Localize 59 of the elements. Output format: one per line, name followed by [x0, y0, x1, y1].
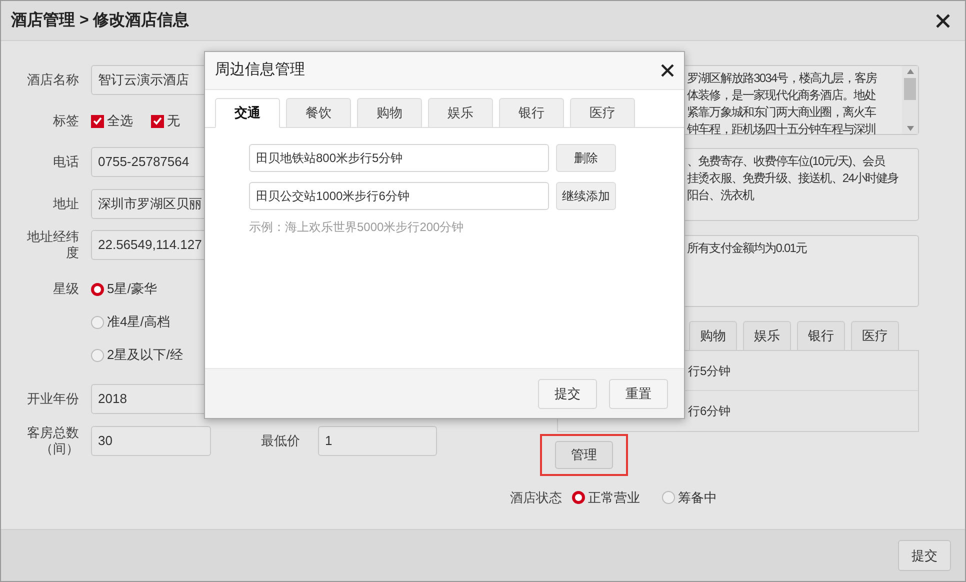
checkbox-label: 无	[167, 112, 180, 130]
tab[interactable]: 银行	[797, 321, 845, 350]
scroll-down-icon[interactable]	[906, 126, 914, 131]
tab[interactable]: 娱乐	[428, 98, 493, 127]
tab[interactable]: 银行	[499, 98, 564, 127]
text-line: 所有支付金额均为0.01元	[687, 240, 807, 257]
tab[interactable]: 购物	[357, 98, 422, 127]
field-label: 地址	[52, 196, 79, 212]
radio-button[interactable]	[572, 491, 585, 504]
tab[interactable]: 餐饮	[286, 98, 351, 127]
radio-button[interactable]	[662, 491, 675, 504]
checkbox-label: 全选	[107, 112, 133, 130]
rooms-field[interactable]: 30	[91, 426, 211, 456]
text-line: 阳台、洗衣机	[687, 187, 754, 204]
radio-label: 准4星/高档	[107, 313, 170, 332]
radio-label: 筹备中	[678, 489, 717, 507]
field-label: 酒店状态	[510, 489, 562, 507]
text-line: 钟车程，距机场四十五分钟车程与深圳	[687, 121, 876, 138]
entry-button[interactable]: 继续添加	[556, 182, 616, 210]
tab[interactable]: 娱乐	[743, 321, 791, 350]
field-label: 标签	[52, 113, 79, 129]
manage-button[interactable]: 管理	[555, 441, 613, 469]
text-line: 罗湖区解放路3034号，楼高九层，客房	[687, 70, 877, 87]
min-price-field[interactable]: 1	[318, 426, 437, 456]
window-title: 酒店管理 > 修改酒店信息	[11, 10, 190, 30]
text-line: 紧靠万象城和东门两大商业圈，离火车	[687, 104, 876, 121]
close-icon[interactable]	[936, 14, 950, 28]
text-line: 、免费寄存、收费停车位(10元/天)、会员	[687, 153, 885, 170]
field-label: 最低价	[261, 432, 300, 450]
field-label: 客房总数（间）	[26, 425, 79, 457]
tab[interactable]: 医疗	[851, 321, 899, 350]
entry-field[interactable]: 田贝公交站1000米步行6分钟	[249, 182, 549, 210]
radio-label: 5星/豪华	[107, 280, 157, 298]
scrollbar[interactable]	[902, 66, 918, 134]
radio-button[interactable]	[91, 316, 104, 328]
tab[interactable]: 医疗	[570, 98, 635, 127]
tab[interactable]: 购物	[689, 321, 737, 350]
dialog-button[interactable]: 提交	[538, 378, 597, 408]
field-label: 电话	[52, 154, 79, 170]
radio-button[interactable]	[91, 282, 104, 296]
radio-label: 正常营业	[588, 489, 640, 507]
scroll-up-icon[interactable]	[906, 69, 914, 74]
text-line: 体装修，是一家现代化商务酒店。地处	[687, 87, 876, 104]
radio-label: 2星及以下/经	[107, 346, 183, 364]
close-icon[interactable]	[661, 64, 674, 77]
text-line: 挂烫衣服、免费升级、接送机、24小时健身	[687, 170, 898, 187]
field-label: 地址经纬度	[26, 229, 79, 261]
checkbox[interactable]	[91, 114, 104, 128]
list-row-text: 行6分钟	[688, 403, 732, 420]
field-label: 开业年份	[26, 391, 79, 407]
tab[interactable]: 交通	[215, 98, 280, 128]
submit-button[interactable]: 提交	[898, 540, 951, 571]
entry-button[interactable]: 删除	[556, 144, 616, 172]
dialog-button[interactable]: 重置	[609, 378, 668, 408]
field-label: 酒店名称	[26, 72, 79, 88]
radio-button[interactable]	[91, 348, 104, 362]
checkbox[interactable]	[151, 114, 164, 128]
field-label: 星级	[52, 281, 79, 297]
entry-field[interactable]: 田贝地铁站800米步行5分钟	[249, 144, 549, 172]
